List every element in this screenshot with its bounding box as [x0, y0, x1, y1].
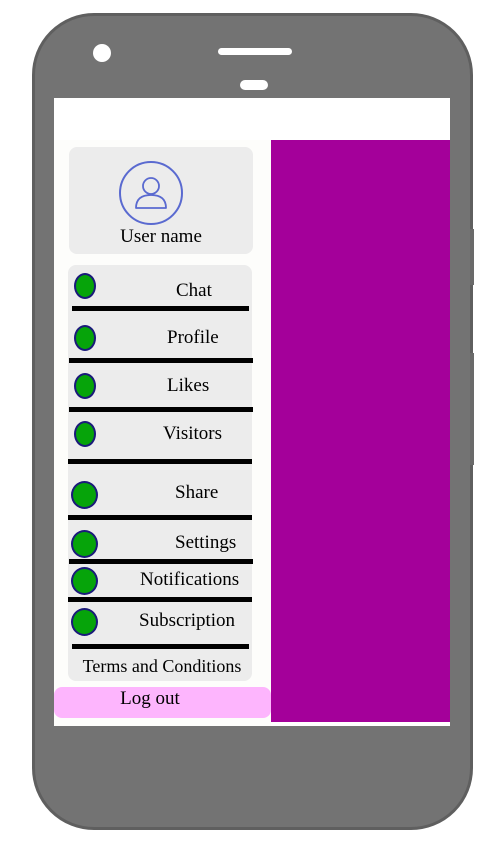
menu-item-label: Visitors — [163, 423, 223, 444]
menu-item-subscription[interactable]: Subscription — [68, 606, 252, 640]
menu-divider — [69, 358, 253, 363]
logout-label: Log out — [120, 688, 180, 709]
menu-divider — [68, 515, 252, 520]
power-button — [470, 353, 474, 465]
menu-dot-icon — [71, 567, 98, 595]
terms-and-conditions-link[interactable]: Terms and Conditions — [68, 656, 256, 677]
menu-dot-icon — [71, 608, 98, 636]
menu-divider — [68, 459, 252, 464]
menu-item-chat[interactable]: Chat — [68, 270, 252, 304]
menu-item-likes[interactable]: Likes — [68, 368, 252, 402]
menu-item-label: Notifications — [140, 569, 240, 590]
menu-divider — [68, 597, 252, 602]
menu-item-profile[interactable]: Profile — [68, 319, 252, 353]
menu-dot-icon — [74, 325, 96, 351]
menu-item-visitors[interactable]: Visitors — [68, 417, 252, 451]
menu-divider — [72, 306, 249, 311]
menu-divider — [72, 644, 249, 649]
menu-dot-icon — [71, 530, 98, 558]
user-icon — [135, 177, 167, 209]
menu-divider — [69, 407, 253, 412]
main-content-panel — [271, 140, 450, 722]
menu-item-label: Share — [175, 482, 219, 503]
menu-dot-icon — [74, 373, 96, 399]
menu-item-label: Subscription — [139, 610, 236, 631]
avatar[interactable] — [119, 161, 183, 225]
earpiece-speaker — [218, 48, 292, 55]
logout-button[interactable]: Log out — [54, 687, 271, 718]
proximity-sensor — [240, 80, 268, 90]
menu-item-share[interactable]: Share — [68, 477, 252, 511]
menu-item-label: Likes — [167, 375, 210, 396]
menu-dot-icon — [71, 481, 98, 509]
front-camera — [93, 44, 111, 62]
volume-button — [470, 229, 474, 285]
menu-dot-icon — [74, 273, 96, 299]
menu-dot-icon — [74, 421, 96, 447]
menu-item-settings[interactable]: Settings — [68, 527, 252, 561]
menu-item-label: Profile — [167, 327, 219, 348]
menu-item-label: Settings — [175, 532, 237, 553]
menu-divider — [69, 559, 253, 564]
menu-item-notifications[interactable]: Notifications — [68, 565, 252, 599]
user-name: User name — [120, 226, 202, 247]
menu-item-label: Chat — [176, 280, 212, 301]
